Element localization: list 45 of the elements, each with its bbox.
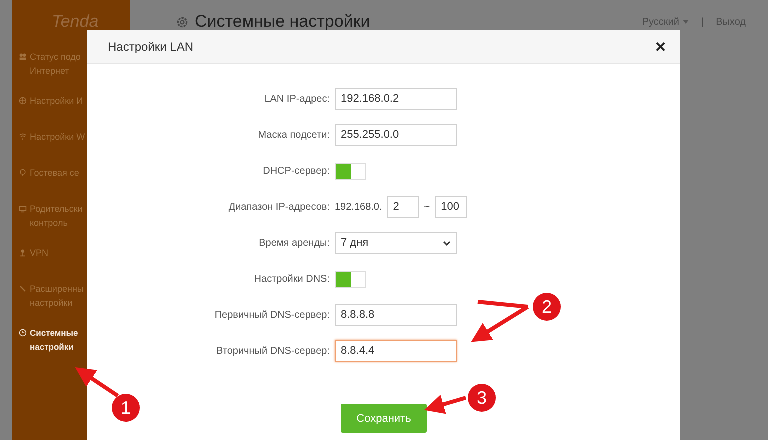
input-field[interactable]: 2 — [387, 196, 420, 218]
input-field[interactable]: 100 — [435, 196, 468, 218]
field-label: Диапазон IP-адресов: — [228, 202, 330, 212]
sidebar-item[interactable]: Родительски контроль — [12, 194, 130, 238]
pointer-arrow — [424, 395, 467, 414]
circle-icon — [19, 329, 27, 337]
caret-icon — [683, 20, 690, 24]
input-field[interactable]: 8.8.4.4 — [335, 340, 457, 362]
people-icon — [19, 53, 27, 61]
input-field[interactable]: 192.168.0.2 — [335, 88, 457, 110]
monitor-icon — [19, 205, 27, 213]
sidebar-item[interactable]: Настройки W — [12, 122, 130, 158]
logo: Tenda — [51, 11, 100, 33]
field-label: DHCP-сервер: — [262, 166, 330, 176]
close-button[interactable]: × — [655, 38, 666, 56]
field-label: Первичный DNS-сервер: — [214, 310, 330, 320]
field-label: Вторичный DNS-сервер: — [216, 346, 330, 356]
input-field[interactable]: 255.255.0.0 — [335, 124, 457, 146]
pin-icon — [19, 169, 27, 177]
chevron-icon — [443, 240, 451, 246]
wifi-icon — [19, 133, 27, 141]
ip-prefix: 192.168.0. — [335, 202, 382, 212]
divider-text: | — [701, 16, 704, 28]
field-label: Время аренды: — [258, 238, 330, 248]
save-button[interactable]: Сохранить — [341, 404, 427, 433]
field-label: LAN IP-адрес: — [264, 94, 330, 104]
sidebar-item[interactable]: VPN — [12, 238, 130, 274]
pointer-arrow — [75, 368, 120, 398]
dialog-title: Настройки LAN — [108, 40, 194, 54]
input-field[interactable]: 8.8.8.8 — [335, 304, 457, 326]
sidebar-item[interactable]: Настройки И — [12, 86, 130, 122]
toggle-switch[interactable] — [335, 162, 366, 180]
globe-icon — [19, 97, 27, 105]
field-label: Настройки DNS: — [253, 274, 330, 284]
range-separator: ~ — [424, 202, 430, 212]
field-label: Маска подсети: — [257, 130, 330, 140]
toggle-switch[interactable] — [335, 270, 366, 288]
settings-icon — [176, 16, 189, 28]
sidebar-item[interactable]: Гостевая се — [12, 158, 130, 194]
lease-dropdown[interactable]: 7 дня — [335, 232, 457, 254]
forked-arrow — [471, 300, 530, 342]
person-icon — [19, 249, 27, 257]
sidebar-item[interactable]: Системные настройки — [12, 318, 130, 362]
sidebar-item[interactable]: Расширенны настройки — [12, 274, 130, 318]
page-title: Системные настройки — [195, 12, 370, 32]
